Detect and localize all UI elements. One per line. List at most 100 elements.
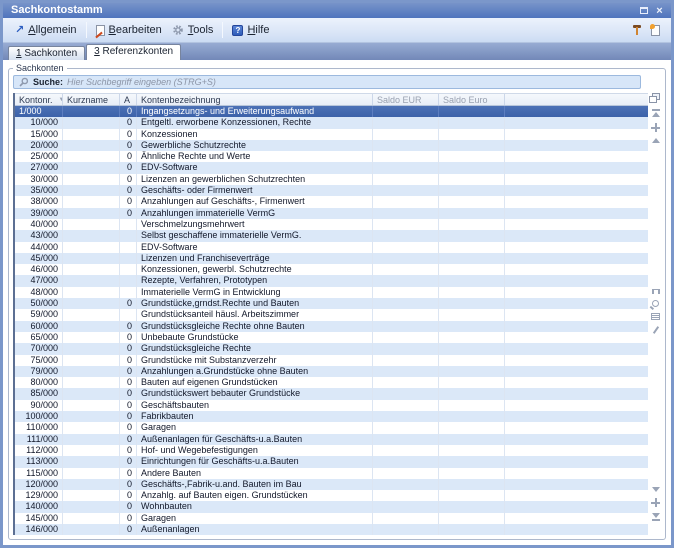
table-cell: 110/000: [15, 422, 63, 433]
table-row[interactable]: 80/0000Bauten auf eigenen Grundstücken: [15, 377, 648, 388]
tab-referenzkonten[interactable]: 3 Referenzkonten: [86, 44, 181, 60]
column-header-saldo-eur[interactable]: Saldo EUR: [373, 94, 439, 105]
table-cell: 70/000: [15, 343, 63, 354]
table-row[interactable]: 70/0000Grundstücksgleiche Rechte: [15, 343, 648, 354]
table-cell: [505, 400, 648, 411]
tab-sachkonten[interactable]: 1 Sachkonten: [8, 46, 85, 60]
table-cell: [63, 321, 120, 332]
table-cell: [439, 298, 505, 309]
table-row[interactable]: 110/0000Garagen: [15, 422, 648, 433]
table-row[interactable]: 90/0000Geschäftsbauten: [15, 400, 648, 411]
close-window-button[interactable]: ×: [653, 5, 666, 17]
table-cell: Entgeltl. erworbene Konzessionen, Rechte: [137, 117, 373, 128]
table-cell: [120, 230, 137, 241]
splitter-grip-icon[interactable]: [652, 289, 660, 294]
table-row[interactable]: 112/0000Hof- und Wegebefestigungen: [15, 445, 648, 456]
scroll-up-button[interactable]: [652, 138, 660, 143]
table-row[interactable]: 30/0000Lizenzen an gewerblichen Schutzre…: [15, 174, 648, 185]
table-cell: [505, 422, 648, 433]
column-header-saldo-euro[interactable]: Saldo Euro: [439, 94, 505, 105]
table-cell: [63, 309, 120, 320]
table-row[interactable]: 115/0000Andere Bauten: [15, 468, 648, 479]
table-row[interactable]: 65/0000Unbebaute Grundstücke: [15, 332, 648, 343]
table-row[interactable]: 120/0000Geschäfts-,Fabrik-u.and. Bauten …: [15, 479, 648, 490]
table-row[interactable]: 60/0000Grundstücksgleiche Rechte ohne Ba…: [15, 321, 648, 332]
scroll-down-button[interactable]: [652, 487, 660, 492]
expand-button[interactable]: [651, 123, 660, 132]
scroll-to-top-button[interactable]: [652, 109, 660, 117]
menu-allgemein[interactable]: ↗ Allgemein: [10, 22, 82, 38]
rows-view-icon[interactable]: [651, 313, 660, 320]
note-page-icon[interactable]: [651, 25, 660, 36]
zoom-icon[interactable]: [652, 300, 659, 307]
table-cell: 140/000: [15, 501, 63, 512]
table-cell: [505, 355, 648, 366]
table-row[interactable]: 140/0000Wohnbauten: [15, 501, 648, 512]
table-cell: 20/000: [15, 140, 63, 151]
table-cell: [373, 388, 439, 399]
table-row[interactable]: 1/0000Ingangsetzungs- und Erweiterungsau…: [15, 106, 648, 117]
table-row[interactable]: 43/000Selbst geschaffene immaterielle Ve…: [15, 230, 648, 241]
search-input[interactable]: Suche: Hier Suchbegriff eingeben (STRG+S…: [13, 75, 641, 89]
table-row[interactable]: 100/0000Fabrikbauten: [15, 411, 648, 422]
table-row[interactable]: 146/0000Außenanlagen: [15, 524, 648, 535]
column-header-kontonr[interactable]: Kontonr. ▼: [15, 94, 63, 105]
table-cell: [373, 355, 439, 366]
table-row[interactable]: 79/0000Anzahlungen a.Grundstücke ohne Ba…: [15, 366, 648, 377]
table-row[interactable]: 111/0000Außenanlagen für Geschäfts-u.a.B…: [15, 434, 648, 445]
menu-allgemein-label: Allgemein: [28, 24, 76, 36]
table-cell: [505, 151, 648, 162]
hammer-icon[interactable]: [632, 24, 642, 36]
table-row[interactable]: 50/0000Grundstücke,grndst.Rechte und Bau…: [15, 298, 648, 309]
column-chooser-button[interactable]: [649, 93, 661, 104]
table-cell: [505, 253, 648, 264]
table-cell: 0: [120, 388, 137, 399]
table-cell: [63, 185, 120, 196]
table-row[interactable]: 129/0000Anzahlg. auf Bauten eigen. Grund…: [15, 490, 648, 501]
table-row[interactable]: 75/0000Grundstücke mit Substanzverzehr: [15, 355, 648, 366]
table-row[interactable]: 48/000Immaterielle VermG in Entwicklung: [15, 287, 648, 298]
table-cell: [505, 366, 648, 377]
table-row[interactable]: 20/0000Gewerbliche Schutzrechte: [15, 140, 648, 151]
menu-tools[interactable]: Tools: [167, 22, 219, 38]
table-row[interactable]: 44/000EDV-Software: [15, 242, 648, 253]
table-row[interactable]: 27/0000EDV-Software: [15, 162, 648, 173]
table-row[interactable]: 25/0000Ähnliche Rechte und Werte: [15, 151, 648, 162]
table-row[interactable]: 38/0000Anzahlungen auf Geschäfts-, Firme…: [15, 196, 648, 207]
table-cell: [439, 264, 505, 275]
menu-hilfe[interactable]: ? Hilfe: [227, 22, 274, 38]
table-cell: [373, 287, 439, 298]
table-row[interactable]: 40/000Verschmelzungsmehrwert: [15, 219, 648, 230]
arrow-up-right-icon: ↗: [15, 25, 24, 36]
expand-bottom-button[interactable]: [651, 498, 660, 507]
table-row[interactable]: 15/0000Konzessionen: [15, 129, 648, 140]
table-cell: [439, 275, 505, 286]
table-cell: [439, 162, 505, 173]
scroll-to-bottom-button[interactable]: [652, 513, 660, 521]
menu-bearbeiten[interactable]: Bearbeiten: [91, 22, 167, 38]
table-cell: 146/000: [15, 524, 63, 535]
table-row[interactable]: 85/0000Grundstückswert bebauter Grundstü…: [15, 388, 648, 399]
table-cell: [373, 321, 439, 332]
restore-window-button[interactable]: [637, 5, 650, 17]
table-row[interactable]: 59/000Grundstücksanteil häusl. Arbeitszi…: [15, 309, 648, 320]
column-header-kontenbezeichnung[interactable]: Kontenbezeichnung: [137, 94, 373, 105]
table-row[interactable]: 145/0000Garagen: [15, 513, 648, 524]
table-cell: 100/000: [15, 411, 63, 422]
table-cell: [373, 309, 439, 320]
table-cell: [63, 174, 120, 185]
edit-marker-icon[interactable]: [652, 326, 658, 334]
column-header-a[interactable]: A: [120, 94, 137, 105]
column-header-kurzname[interactable]: Kurzname: [63, 94, 120, 105]
table-cell: 48/000: [15, 287, 63, 298]
table-row[interactable]: 39/0000Anzahlungen immaterielle VermG: [15, 208, 648, 219]
table-cell: [439, 185, 505, 196]
table-cell: 0: [120, 196, 137, 207]
edit-page-icon: [96, 25, 105, 36]
table-row[interactable]: 113/0000Einrichtungen für Geschäfts-u.a.…: [15, 456, 648, 467]
table-row[interactable]: 35/0000Geschäfts- oder Firmenwert: [15, 185, 648, 196]
table-row[interactable]: 45/000Lizenzen und Franchiseverträge: [15, 253, 648, 264]
table-row[interactable]: 47/000Rezepte, Verfahren, Prototypen: [15, 275, 648, 286]
table-row[interactable]: 46/000Konzessionen, gewerbl. Schutzrecht…: [15, 264, 648, 275]
table-row[interactable]: 10/0000Entgeltl. erworbene Konzessionen,…: [15, 117, 648, 128]
